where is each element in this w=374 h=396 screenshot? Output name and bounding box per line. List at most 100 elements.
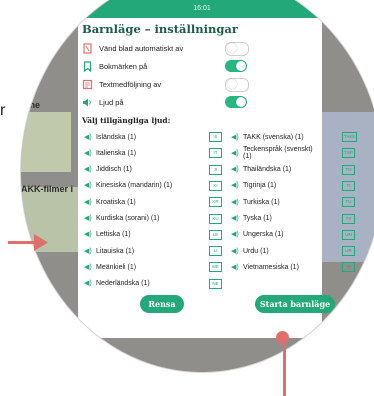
arrow-head-icon: [34, 234, 48, 251]
language-code-badge: ME: [209, 262, 222, 273]
settings-title: Barnläge – inställningar: [82, 22, 238, 36]
speaker-icon: ◀): [84, 182, 92, 190]
setting-row-text-follow: Textmedföljning av: [82, 76, 161, 92]
language-item[interactable]: ◀) Meänkieli (1): [84, 261, 136, 273]
speaker-icon: ◀): [231, 166, 239, 174]
language-name: Kroatiska (1): [96, 198, 136, 206]
start-child-mode-button[interactable]: Starta barnläge: [255, 295, 335, 313]
language-name: Litauiska (1): [96, 247, 135, 255]
toggle-knob: [227, 43, 237, 53]
status-bar: 16:01: [21, 0, 374, 18]
background-book-cover: [21, 112, 71, 172]
language-code-badge: UN: [342, 229, 355, 240]
language-name: Tigrinja (1): [243, 182, 277, 190]
magnifier-lens: 16:01 arne AKK-filmer i pråksf Barnläge …: [21, 0, 374, 372]
speaker-icon: ◀): [231, 215, 239, 222]
language-item[interactable]: ◀) Italienska (1): [84, 147, 136, 159]
setting-row-bookmarks: Bokmärken på: [82, 58, 147, 74]
clear-button[interactable]: Rensa: [140, 295, 184, 313]
language-item[interactable]: ◀) Thailändska (1): [231, 164, 291, 176]
language-item[interactable]: ◀) TAKK (svenska) (1): [231, 131, 304, 143]
language-item[interactable]: ◀) Nederländska (1): [84, 278, 150, 290]
speaker-icon: ◀): [231, 149, 239, 157]
language-name: TAKK (svenska) (1): [243, 133, 304, 141]
language-item[interactable]: ◀) Turkiska (1): [231, 196, 280, 208]
language-code-badge: TY: [342, 213, 355, 224]
speaker-icon: ◀): [84, 215, 92, 222]
speaker-icon: ◀): [231, 247, 239, 255]
pointer-arrow-bottom: [283, 340, 286, 396]
languages-title: Välj tillgängliga ljud:: [82, 116, 171, 125]
language-item[interactable]: ◀) Vietnamesiska (1): [231, 261, 299, 273]
language-code-badge: TU: [342, 197, 355, 208]
language-item[interactable]: ◀) Teckenspråk (svenskt) (1): [231, 146, 322, 160]
language-name: Ungerska (1): [243, 231, 284, 239]
settings-panel: Barnläge – inställningar Vänd blad autom…: [78, 18, 358, 338]
setting-label: Bokmärken på: [99, 61, 148, 71]
language-name: Turkiska (1): [243, 198, 280, 206]
setting-label: Ljud på: [99, 97, 124, 107]
outer-letter: r: [0, 102, 6, 119]
language-item[interactable]: ◀) Lettiska (1): [84, 229, 131, 241]
language-code-badge: NE: [209, 278, 222, 289]
speaker-icon: ◀): [84, 198, 92, 206]
speaker-icon: ◀): [84, 149, 92, 157]
language-item[interactable]: ◀) Kroatiska (1): [84, 196, 136, 208]
language-item[interactable]: ◀) Ungerska (1): [231, 229, 283, 241]
language-name: Urdu (1): [243, 247, 269, 255]
language-code-badge: IT: [209, 148, 222, 159]
speaker-icon: ◀): [84, 247, 92, 255]
language-item[interactable]: ◀) Kurdiska (sorani) (1): [84, 213, 159, 225]
speaker-icon: ◀): [231, 231, 239, 239]
speaker-icon: ◀): [231, 133, 239, 141]
speaker-icon: ◀): [84, 133, 92, 141]
language-item[interactable]: ◀) Isländska (1): [84, 131, 136, 143]
setting-label: Vänd blad automatiskt av: [99, 43, 184, 53]
language-code-badge: KI: [209, 180, 222, 191]
toggle-knob: [227, 79, 237, 89]
language-name: Jiddisch (1): [96, 166, 132, 174]
speaker-icon: ◀): [84, 280, 92, 288]
language-name: Vietnamesiska (1): [243, 263, 299, 271]
setting-row-sound: Ljud på: [82, 94, 124, 110]
language-code-badge: TSP: [342, 148, 355, 159]
language-item[interactable]: ◀) Kinesiska (mandarin) (1): [84, 180, 172, 192]
language-name: Nederländska (1): [96, 280, 150, 288]
language-code-badge: KU: [209, 213, 222, 224]
language-name: Meänkieli (1): [96, 263, 137, 271]
language-name: Kurdiska (sorani) (1): [96, 215, 160, 222]
bookmark-icon: [83, 60, 92, 72]
speaker-icon: [83, 98, 91, 106]
toggle-auto-flip[interactable]: [225, 42, 249, 56]
pointer-dot-icon: [276, 331, 289, 344]
pointer-arrow-left: [8, 241, 36, 244]
setting-label: Textmedföljning av: [99, 79, 162, 89]
language-name: Thailändska (1): [243, 166, 292, 174]
language-item[interactable]: ◀) Urdu (1): [231, 245, 269, 257]
speaker-icon: ◀): [84, 231, 92, 239]
toggle-text-follow[interactable]: [225, 78, 249, 92]
language-code-badge: LI: [209, 246, 222, 257]
speaker-icon: ◀): [84, 263, 92, 271]
background-text: pråksf: [21, 296, 49, 306]
setting-row-auto-flip: Vänd blad automatiskt av: [82, 40, 183, 56]
background-text: AKK-filmer i: [21, 184, 74, 194]
language-code-badge: JI: [209, 164, 222, 175]
language-code-badge: IS: [209, 132, 222, 142]
speaker-icon: ◀): [231, 263, 239, 271]
language-item[interactable]: ◀) Jiddisch (1): [84, 164, 132, 176]
language-name: Isländska (1): [96, 133, 137, 141]
language-code-badge: UR: [342, 246, 355, 257]
language-code-badge: TI: [342, 180, 355, 191]
toggle-knob: [236, 97, 246, 107]
toggle-sound[interactable]: [225, 96, 247, 108]
language-item[interactable]: ◀) Tyska (1): [231, 213, 272, 225]
language-code-badge: KR: [209, 197, 222, 208]
language-code-badge: TAKK: [342, 132, 358, 142]
language-item[interactable]: ◀) Litauiska (1): [84, 245, 134, 257]
page-flip-icon: [83, 42, 92, 54]
toggle-knob: [236, 61, 246, 71]
status-time: 16:01: [193, 5, 211, 12]
toggle-bookmarks[interactable]: [225, 60, 247, 72]
language-item[interactable]: ◀) Tigrinja (1): [231, 180, 276, 192]
